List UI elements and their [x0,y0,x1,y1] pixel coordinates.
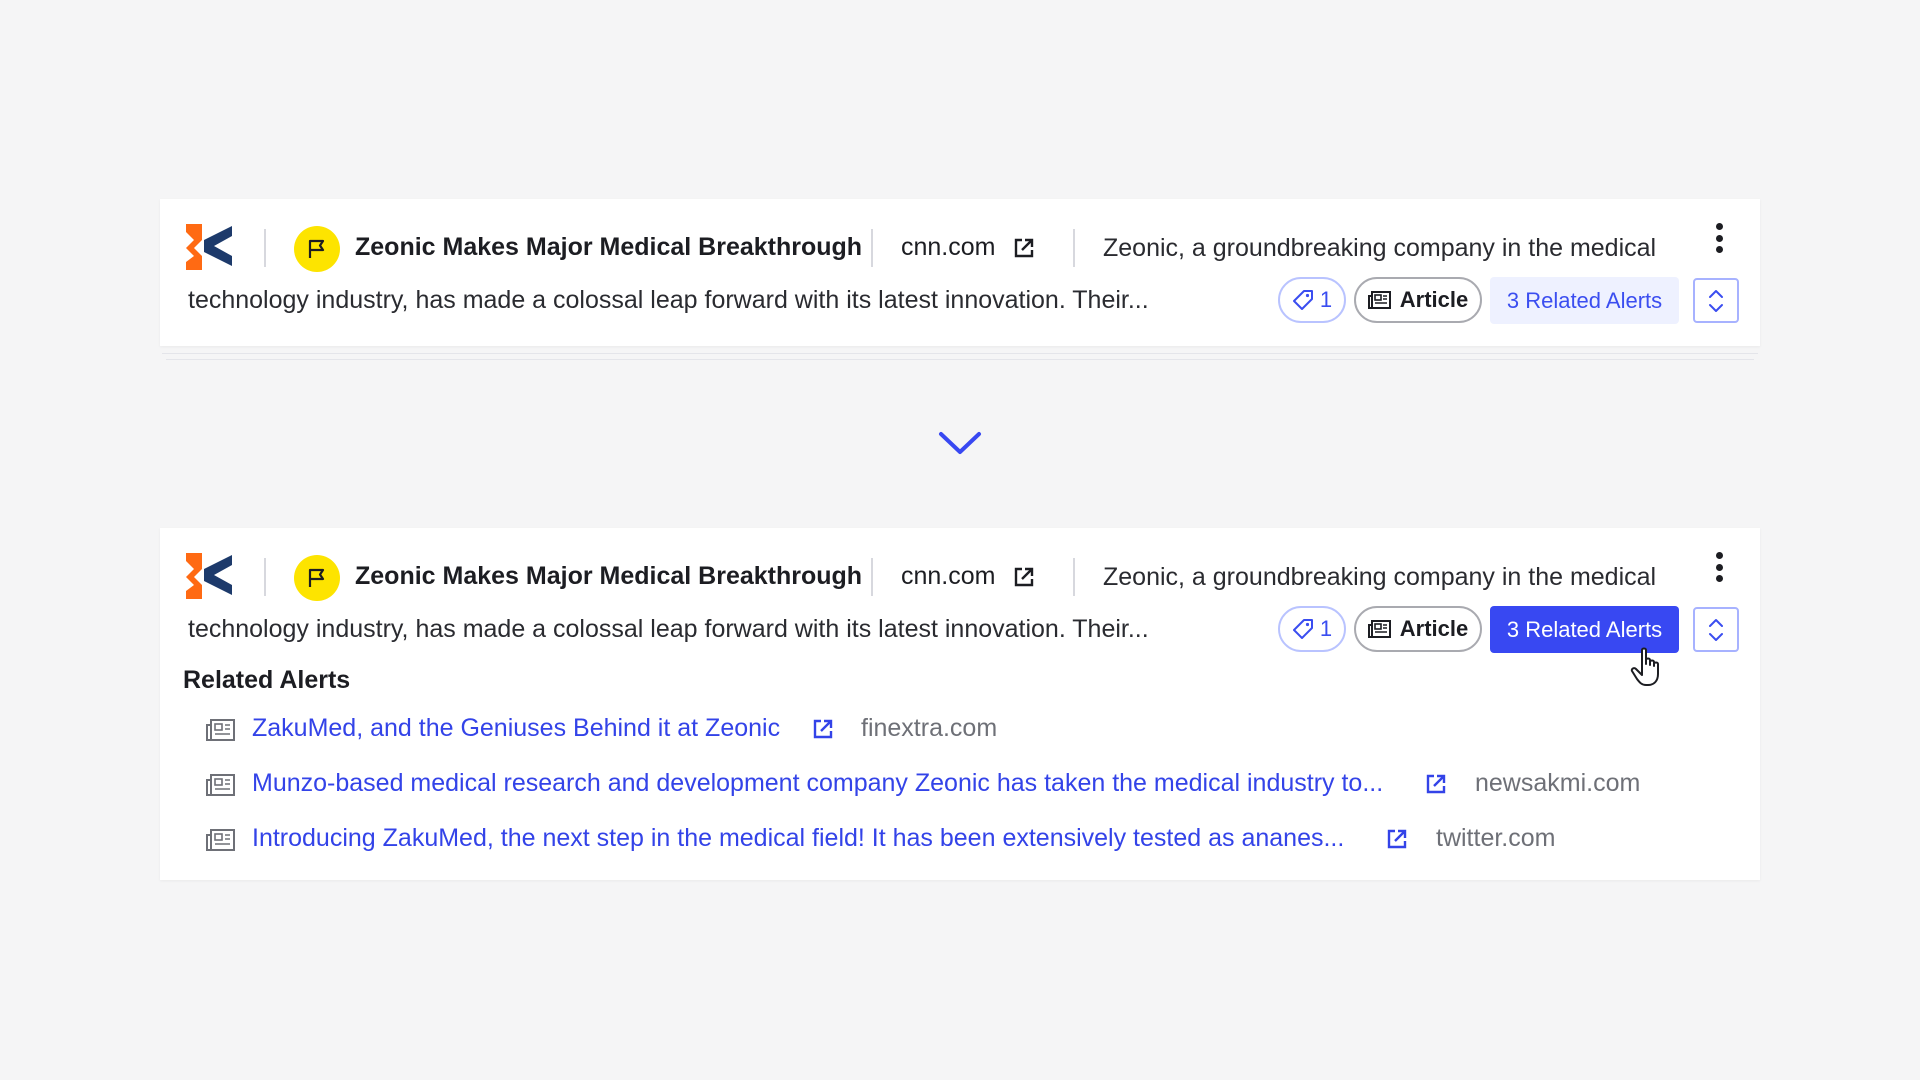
alert-source[interactable]: cnn.com [901,233,995,262]
divider [1073,229,1075,267]
alert-card-collapsed[interactable]: Zeonic Makes Major Medical Breakthrough … [160,199,1760,346]
type-pill[interactable]: Article [1354,606,1482,652]
divider [871,229,873,267]
flag-badge [294,555,340,601]
divider [264,229,266,267]
chevron-down-icon [939,432,981,454]
external-link-icon[interactable] [1013,237,1035,259]
hand-pointer-cursor-icon [1630,647,1659,686]
flag-badge [294,226,340,272]
related-alerts-heading: Related Alerts [183,666,351,694]
expand-toggle-button[interactable] [1693,278,1739,323]
divider [1073,558,1075,596]
tag-count: 1 [1319,616,1333,641]
related-alert-source: finextra.com [861,714,998,742]
alert-snippet: Zeonic, a groundbreaking company in the … [1103,563,1657,591]
related-alert-item[interactable]: ZakuMed, and the Geniuses Behind it at Z… [206,714,1706,746]
alert-snippet-continued: technology industry, has made a colossal… [188,615,1149,643]
alert-title[interactable]: Zeonic Makes Major Medical Breakthrough [355,233,862,262]
alert-snippet: Zeonic, a groundbreaking company in the … [1103,234,1657,262]
newspaper-icon [206,774,235,796]
related-alert-link[interactable]: Introducing ZakuMed, the next step in th… [252,824,1344,853]
related-alert-link[interactable]: Munzo-based medical research and develop… [252,769,1383,798]
related-alert-item[interactable]: Introducing ZakuMed, the next step in th… [206,824,1706,856]
expand-toggle-button[interactable] [1693,607,1739,652]
company-logo [186,553,232,599]
external-link-icon[interactable] [1013,566,1035,588]
alert-card-expanded[interactable]: Zeonic Makes Major Medical Breakthrough … [160,528,1760,880]
newspaper-icon [1367,620,1391,638]
alert-title[interactable]: Zeonic Makes Major Medical Breakthrough [355,562,862,591]
expand-collapse-icon [1709,618,1723,641]
tag-icon [1292,619,1313,639]
alert-snippet-continued: technology industry, has made a colossal… [188,286,1149,314]
company-logo [186,224,232,270]
type-label: Article [1399,616,1469,641]
external-link-icon[interactable] [1425,773,1447,795]
flag-icon [308,568,325,587]
type-pill[interactable]: Article [1354,277,1482,323]
type-label: Article [1399,287,1469,312]
newspaper-icon [206,829,235,851]
newspaper-icon [1367,291,1391,309]
alert-source[interactable]: cnn.com [901,562,995,591]
tag-count: 1 [1319,287,1333,312]
tag-count-pill[interactable]: 1 [1278,277,1346,323]
related-alert-link[interactable]: ZakuMed, and the Geniuses Behind it at Z… [252,714,780,743]
newspaper-icon [206,719,235,741]
tag-count-pill[interactable]: 1 [1278,606,1346,652]
stacked-card-edge [162,350,1758,354]
divider [871,558,873,596]
related-alert-item[interactable]: Munzo-based medical research and develop… [206,769,1706,801]
external-link-icon[interactable] [812,718,834,740]
tag-icon [1292,290,1313,310]
related-alert-source: newsakmi.com [1475,769,1641,797]
divider [264,558,266,596]
stacked-card-edge [166,356,1754,360]
related-alerts-button[interactable]: 3 Related Alerts [1490,277,1679,324]
external-link-icon[interactable] [1386,828,1408,850]
more-options-icon[interactable] [1707,221,1731,255]
more-options-icon[interactable] [1707,550,1731,584]
expand-collapse-icon [1709,289,1723,312]
flag-icon [308,239,325,258]
related-alert-source: twitter.com [1436,824,1556,852]
